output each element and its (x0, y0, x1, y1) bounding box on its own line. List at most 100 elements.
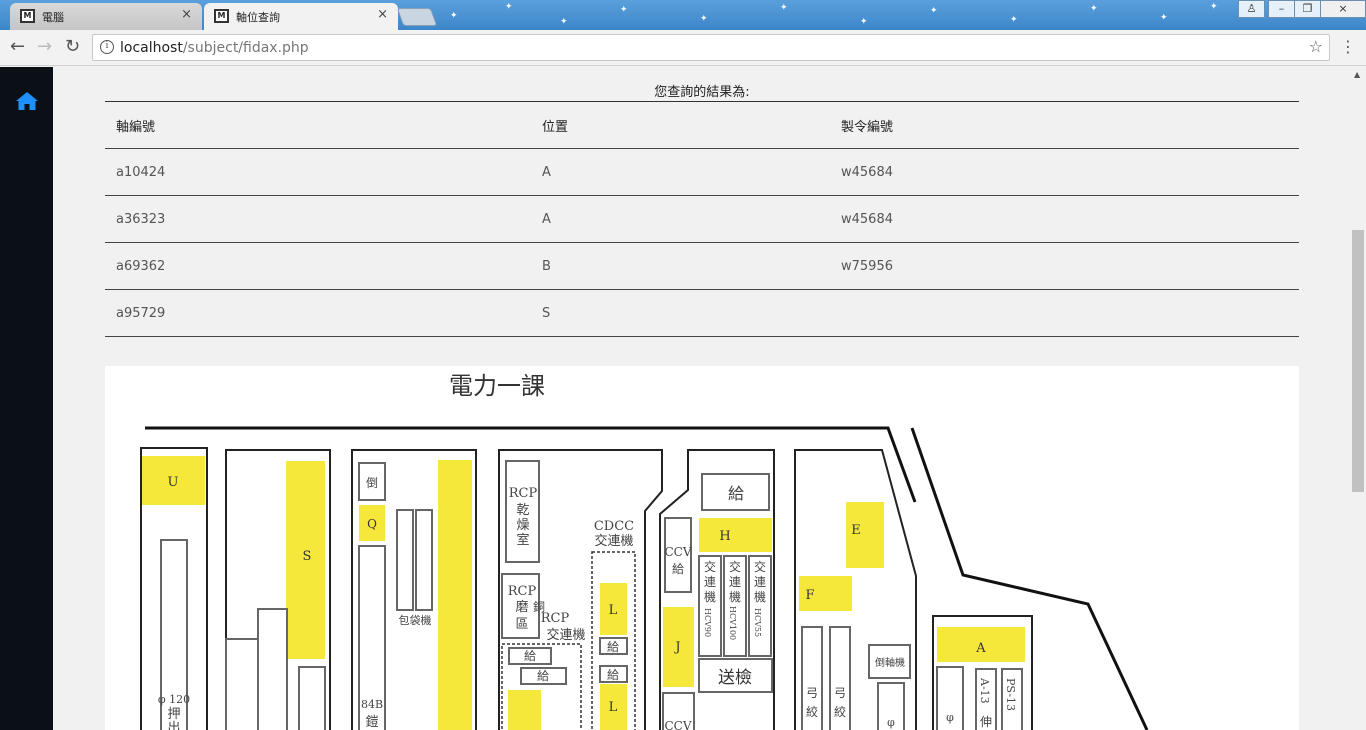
map-label: 給 (607, 668, 619, 682)
map-label: HCV55 (753, 608, 762, 637)
map-label: 燥 (516, 518, 529, 533)
map-label: 給 (607, 640, 619, 654)
zone-label: L (609, 700, 618, 715)
map-label: 出 (167, 721, 180, 730)
cell-order-id: w45684 (830, 148, 1299, 196)
zone-label: J (673, 640, 680, 655)
menu-icon[interactable]: ⋮ (1340, 39, 1356, 55)
address-bar[interactable]: i localhost/subject/fidax.php ☆ (92, 34, 1330, 61)
map-label: 交連機 (594, 533, 633, 549)
map-label: RCP (508, 584, 537, 599)
zone-yellow-block[interactable] (508, 690, 541, 730)
floor-map-drawing: U φ 120 押 出 S 倒 Q 84B 鎧 包袋機 RCP 乾 燥 室 RC… (140, 426, 1149, 730)
map-label: φ (946, 711, 954, 724)
map-label: 交 (754, 559, 766, 574)
map-label: φ (887, 716, 895, 729)
cell-position: S (531, 289, 830, 337)
map-label: 連 (754, 575, 766, 589)
map-label: 交 (729, 559, 741, 574)
cell-axis-id: a69362 (105, 242, 531, 290)
back-icon[interactable]: ← (10, 37, 25, 57)
maximize-icon[interactable]: ❐ (1294, 0, 1321, 18)
zone-label: F (805, 588, 814, 603)
minimize-icon[interactable]: – (1268, 0, 1295, 18)
url-path: /subject/fidax.php (182, 40, 309, 56)
tab-home[interactable]: M 電腦 × (10, 3, 202, 30)
user-icon[interactable]: ♙ (1238, 0, 1265, 18)
map-label: 給 (537, 669, 549, 683)
map-label: 乾 (516, 503, 529, 518)
zone-h[interactable] (699, 518, 772, 552)
map-label: 鎧 (365, 714, 378, 730)
star-decoration: ✦ (1160, 13, 1168, 23)
map-label: 機 (704, 589, 716, 604)
zone-label: H (719, 529, 730, 544)
star-decoration: ✦ (1210, 2, 1218, 12)
scrollbar-thumb[interactable] (1352, 230, 1364, 492)
info-icon[interactable]: i (100, 40, 114, 54)
map-label: HCV100 (728, 606, 737, 640)
cell-order-id (830, 289, 1299, 337)
browser-toolbar: ← → ↻ i localhost/subject/fidax.php ☆ ⋮ (0, 30, 1366, 66)
map-label: 連 (704, 575, 716, 589)
tab-axis-query[interactable]: M 軸位查詢 × (204, 3, 398, 30)
window-close-icon[interactable]: × (1320, 0, 1366, 18)
map-label: 磨 (515, 600, 528, 615)
zone-yellow-strip[interactable] (438, 460, 472, 730)
home-icon[interactable] (15, 91, 39, 111)
star-decoration: ✦ (505, 2, 513, 12)
map-label: 押 (167, 707, 180, 722)
scroll-up-icon[interactable]: ▲ (1354, 70, 1360, 79)
floor-map: 電力一課 U φ 120 押 出 S 倒 Q 84B 鎧 包袋機 RCP 乾 燥… (105, 366, 1299, 730)
map-label: 絞 (806, 704, 818, 719)
map-label: CDCC (594, 519, 634, 534)
sidebar (0, 67, 53, 730)
star-decoration: ✦ (560, 17, 568, 27)
star-decoration: ✦ (860, 17, 868, 27)
forward-icon[interactable]: → (37, 37, 52, 57)
url-host: localhost (120, 40, 183, 56)
cell-position: B (531, 242, 830, 290)
result-title: 您查詢的結果為: (654, 85, 750, 100)
star-decoration: ✦ (620, 5, 628, 15)
column-header-axis-id: 軸編號 (105, 101, 531, 149)
reload-icon[interactable]: ↻ (65, 37, 80, 57)
star-decoration: ✦ (700, 14, 708, 24)
map-label: φ 120 (158, 693, 190, 706)
table-header-row: 軸編號 位置 製令編號 (105, 101, 1299, 149)
star-decoration: ✦ (1090, 4, 1098, 14)
tab-label: 軸位查詢 (236, 11, 280, 24)
zone-label: S (303, 549, 312, 564)
star-decoration: ✦ (930, 6, 938, 16)
new-tab-button[interactable] (396, 8, 438, 26)
map-label: 送檢 (718, 668, 752, 688)
map-label: 給 (672, 562, 684, 576)
map-label: 包袋機 (399, 613, 432, 627)
page-favicon-icon: M (214, 9, 229, 23)
map-label: 給 (524, 649, 536, 663)
map-label: 弓 (834, 686, 846, 700)
star-decoration: ✦ (450, 11, 458, 21)
cell-axis-id: a95729 (105, 289, 531, 337)
zone-label: L (609, 603, 618, 618)
close-icon[interactable]: × (181, 7, 192, 22)
map-label: 連 (729, 575, 741, 589)
results-table: 軸編號 位置 製令編號 a10424 A w45684 a36323 A w45… (105, 101, 1299, 337)
cell-axis-id: a10424 (105, 148, 531, 196)
map-label: 交 (704, 559, 716, 574)
page-favicon-icon: M (20, 9, 35, 23)
map-label: 室 (516, 532, 529, 548)
bookmark-star-icon[interactable]: ☆ (1309, 37, 1323, 56)
map-label: 區 (515, 617, 528, 632)
star-decoration: ✦ (1010, 15, 1018, 25)
page-scrollbar[interactable]: ▲ (1350, 67, 1366, 730)
url-text[interactable]: localhost/subject/fidax.php (120, 40, 309, 56)
map-label: RCP (509, 486, 538, 501)
zone-label: E (851, 523, 861, 538)
cell-axis-id: a36323 (105, 195, 531, 243)
map-label: 絞 (834, 704, 846, 719)
close-icon[interactable]: × (377, 7, 388, 22)
map-label: CCV (664, 545, 691, 559)
cell-position: A (531, 195, 830, 243)
table-row: a95729 S (105, 289, 1299, 337)
